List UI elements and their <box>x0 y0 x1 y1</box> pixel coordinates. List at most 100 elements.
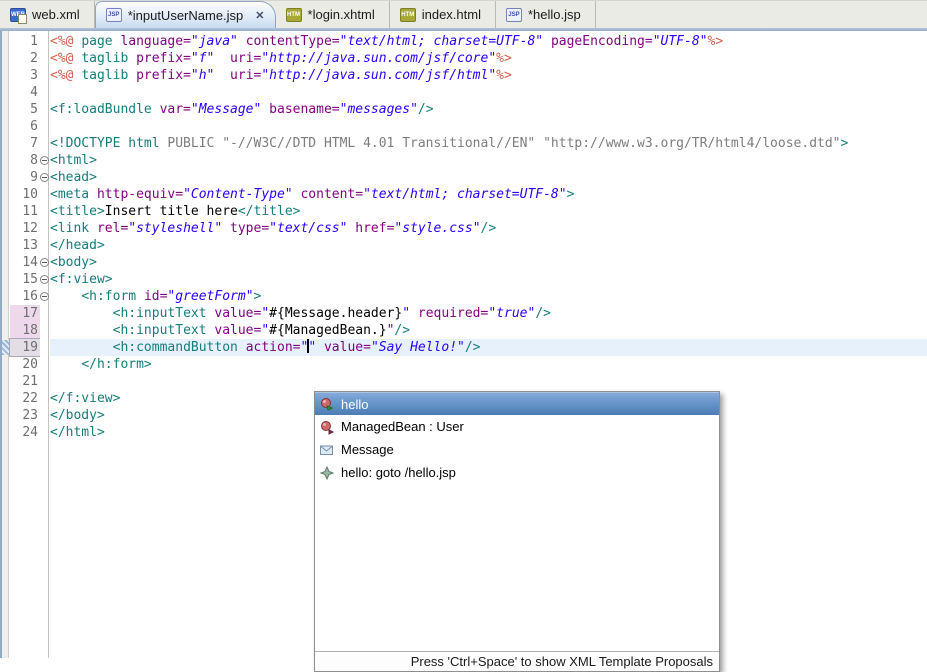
tab-label: web.xml <box>32 7 80 22</box>
folding-ruler[interactable] <box>40 31 49 658</box>
code-token: " <box>402 306 410 321</box>
proposal-label: Message <box>341 442 394 457</box>
code-token: <html> <box>50 153 97 168</box>
code-line-8[interactable]: <html> <box>50 152 927 169</box>
code-line-6[interactable] <box>50 118 927 135</box>
line-number: 9 <box>10 169 40 186</box>
web-file-icon: WEB <box>10 8 26 22</box>
code-line-17[interactable]: <h:inputText value="#{Message.header}" r… <box>50 305 927 322</box>
code-token: contentType= <box>246 34 340 49</box>
code-line-20[interactable]: </h:form> <box>50 356 927 373</box>
annotation-ruler[interactable] <box>2 31 9 658</box>
code-token <box>50 323 113 338</box>
code-token: > <box>567 187 575 202</box>
code-token: value= <box>214 306 261 321</box>
line-number: 21 <box>10 373 40 390</box>
tab-login.xhtml[interactable]: HTM *login.xhtml <box>276 1 390 28</box>
proposal-label: hello: goto /hello.jsp <box>341 465 456 480</box>
code-token: "UTF-8" <box>653 34 708 49</box>
code-token: Insert title here <box>105 204 238 219</box>
fold-collapse-icon[interactable] <box>40 156 49 165</box>
code-token: <h:inputText <box>113 306 215 321</box>
code-token: <h:form <box>81 289 144 304</box>
code-line-21[interactable] <box>50 373 927 390</box>
code-line-15[interactable]: <f:view> <box>50 271 927 288</box>
htm-file-icon: HTM <box>400 8 416 22</box>
code-line-18[interactable]: <h:inputText value="#{ManagedBean.}"/> <box>50 322 927 339</box>
code-token: pageEncoding= <box>551 34 653 49</box>
code-token: "text/html; charset=UTF-8" <box>363 187 567 202</box>
code-token: var= <box>160 102 191 117</box>
source-editor[interactable]: 123456789101112131415161718192021222324 … <box>0 31 927 658</box>
jsp-file-icon: JSP <box>106 8 122 22</box>
fold-collapse-icon[interactable] <box>40 275 49 284</box>
fold-collapse-icon[interactable] <box>40 258 49 267</box>
line-number: 8 <box>10 152 40 169</box>
code-token: </f:view> <box>50 391 120 406</box>
code-token: <%@ <box>50 34 81 49</box>
code-line-9[interactable]: <head> <box>50 169 927 186</box>
code-line-4[interactable] <box>50 84 927 101</box>
line-number: 3 <box>10 67 40 84</box>
message-icon <box>319 442 335 458</box>
code-line-19[interactable]: <h:commandButton action="" value="Say He… <box>50 339 927 356</box>
code-line-7[interactable]: <!DOCTYPE html PUBLIC "-//W3C//DTD HTML … <box>50 135 927 152</box>
code-line-10[interactable]: <meta http-equiv="Content-Type" content=… <box>50 186 927 203</box>
code-token: " <box>261 306 269 321</box>
code-token: required= <box>418 306 488 321</box>
line-number: 20 <box>10 356 40 373</box>
tab-web.xml[interactable]: WEB web.xml <box>0 1 95 28</box>
code-token: <%@ <box>50 51 81 66</box>
line-number: 22 <box>10 390 40 407</box>
proposal-item-4[interactable]: hello: goto /hello.jsp <box>315 461 719 484</box>
tab-inputusername.jsp[interactable]: JSP*inputUserName.jsp✕ <box>95 1 276 28</box>
tab-hello.jsp[interactable]: JSP*hello.jsp <box>496 1 596 28</box>
code-token: http-equiv= <box>97 187 183 202</box>
fold-collapse-icon[interactable] <box>40 173 49 182</box>
code-token: "styleshell" <box>128 221 222 236</box>
code-token: uri= <box>230 51 261 66</box>
code-token: " <box>261 323 269 338</box>
code-token: taglib <box>81 51 136 66</box>
code-line-16[interactable]: <h:form id="greetForm"> <box>50 288 927 305</box>
line-number: 1 <box>10 33 40 50</box>
code-line-11[interactable]: <title>Insert title here</title> <box>50 203 927 220</box>
line-number: 4 <box>10 84 40 101</box>
code-token <box>50 306 113 321</box>
tab-close-icon[interactable]: ✕ <box>255 9 264 22</box>
line-number: 11 <box>10 203 40 220</box>
code-token: <h:commandButton <box>113 340 246 355</box>
code-token: </head> <box>50 238 105 253</box>
tab-index.html[interactable]: HTMindex.html <box>390 1 496 28</box>
code-token: id= <box>144 289 167 304</box>
content-assist-footer: Press 'Ctrl+Space' to show XML Template … <box>315 651 719 671</box>
line-number: 2 <box>10 50 40 67</box>
tab-label: *login.xhtml <box>308 7 375 22</box>
code-token: value= <box>324 340 371 355</box>
code-token: language= <box>120 34 190 49</box>
code-token: </h:form> <box>81 357 151 372</box>
code-line-3[interactable]: <%@ taglib prefix="h" uri="http://java.s… <box>50 67 927 84</box>
code-token: <f:loadBundle <box>50 102 160 117</box>
code-line-12[interactable]: <link rel="styleshell" type="text/css" h… <box>50 220 927 237</box>
code-line-5[interactable]: <f:loadBundle var="Message" basename="me… <box>50 101 927 118</box>
line-number-ruler: 123456789101112131415161718192021222324 <box>10 31 40 658</box>
code-line-14[interactable]: <body> <box>50 254 927 271</box>
code-token: #{Message.header} <box>269 306 402 321</box>
editor-tab-bar: WEB web.xml JSP*inputUserName.jsp✕ HTM *logi… <box>0 0 927 28</box>
code-line-1[interactable]: <%@ page language="java" contentType="te… <box>50 33 927 50</box>
code-line-13[interactable]: </head> <box>50 237 927 254</box>
code-line-2[interactable]: <%@ taglib prefix="f" uri="http://java.s… <box>50 50 927 67</box>
line-number: 19 <box>10 339 40 356</box>
code-token: <title> <box>50 204 105 219</box>
htm-file-icon: HTM <box>286 8 302 22</box>
code-token: %> <box>496 68 512 83</box>
code-token: %> <box>496 51 512 66</box>
proposal-item-3[interactable]: Message <box>315 438 719 461</box>
proposal-item-1[interactable]: hello <box>315 392 719 415</box>
code-token: page <box>81 34 120 49</box>
proposal-item-2[interactable]: ManagedBean : User <box>315 415 719 438</box>
code-token: <%@ <box>50 68 81 83</box>
content-assist-popup[interactable]: helloManagedBean : User Message hello: got… <box>314 391 720 672</box>
fold-collapse-icon[interactable] <box>40 292 49 301</box>
